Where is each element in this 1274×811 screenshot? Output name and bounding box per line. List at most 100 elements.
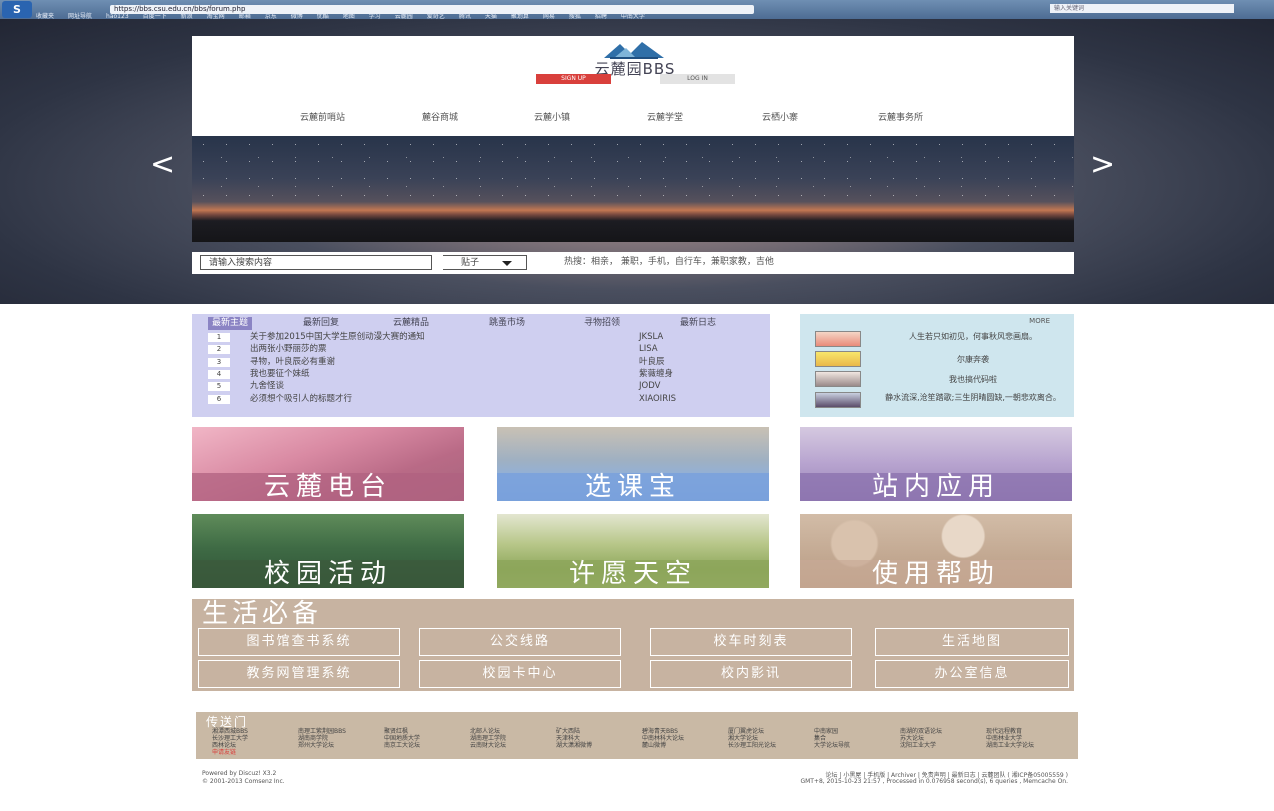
thread-number: 5 [208,382,230,392]
nav-item[interactable]: 麓谷商城 [422,110,458,123]
thread-title[interactable]: 关于参加2015中国大学生原创动漫大赛的通知 [250,332,425,343]
link-office-info[interactable]: 办公室信息 [875,660,1069,688]
tile-apps[interactable]: 站内应用 [800,427,1072,501]
link-library-search[interactable]: 图书馆查书系统 [198,628,400,656]
user-row[interactable]: 尔康奔袭 [815,351,1065,369]
tile-label: 站内应用 [800,473,1072,501]
user-quote: 我也搞代码啦 [949,375,997,384]
hot-searches[interactable]: 热搜：相亲， 兼职，手机，自行车，兼职家教，吉他 [564,255,774,270]
nav-item[interactable]: 云麓事务所 [878,110,923,123]
link-bus-routes[interactable]: 公交线路 [419,628,621,656]
portal-link[interactable]: 大学论坛导航 [814,743,850,749]
portal-link[interactable]: 郑州大学论坛 [298,743,334,749]
tile-label: 许愿天空 [497,560,769,588]
tile-label: 云麓电台 [192,473,464,501]
thread-author[interactable]: XIAOIRIS [639,394,676,405]
link-academic-system[interactable]: 教务网管理系统 [198,660,400,688]
portal-panel: 传送门 湘潭西城BBS 南理工紫荆园BBS 聚贤红枫 北邮人论坛 矿大西陆 碧海青天BBS… [196,712,1078,759]
nav-item[interactable]: 云麓前哨站 [300,110,345,123]
site-logo-icon [604,42,664,59]
main-nav: 云麓前哨站 麓谷商城 云麓小镇 云麓学堂 云栖小寨 云麓事务所 [192,110,1074,126]
more-link[interactable]: MORE [1029,317,1050,325]
link-shuttle-schedule[interactable]: 校车时刻表 [650,628,852,656]
life-essentials-panel: 生活必备 图书馆查书系统 公交线路 校车时刻表 生活地图 教务网管理系统 校园卡… [192,599,1074,691]
thread-author[interactable]: JODV [639,381,660,392]
user-row[interactable]: 人生若只如初见，何事秋风悲画扇。 [815,331,1065,349]
thread-number: 6 [208,394,230,404]
thread-number: 4 [208,369,230,379]
carousel-next-button[interactable]: > [1090,150,1115,180]
tile-campus-activities[interactable]: 校园活动 [192,514,464,588]
thread-row[interactable]: 2 出两张小野丽莎的票 LISA [208,344,768,355]
login-button[interactable]: LOG IN [660,74,735,84]
thread-row[interactable]: 3 寻物，叶良辰必有重谢 叶良辰 [208,357,768,368]
tab-latest-replies[interactable]: 最新回复 [299,317,343,330]
link-campus-cinema[interactable]: 校内影讯 [650,660,852,688]
portal-link[interactable]: 南京工大论坛 [384,743,420,749]
search-input[interactable]: 请输入搜索内容 [200,255,432,270]
user-row[interactable]: 静水流深,沧笙踏歌;三生阴晴圆缺,一朝悲欢离合。 [815,392,1065,410]
thread-title[interactable]: 寻物，叶良辰必有重谢 [250,357,335,368]
link-campus-card[interactable]: 校园卡中心 [419,660,621,688]
tab-lost-found[interactable]: 寻物招领 [580,317,624,330]
powered-by[interactable]: Powered by Discuz! X3.2 [202,770,276,777]
thread-author[interactable]: LISA [639,344,658,355]
tile-label: 选课宝 [497,473,769,501]
portal-link[interactable]: 沈阳工业大学 [900,743,936,749]
user-quote: 静水流深,沧笙踏歌;三生阴晴圆缺,一朝悲欢离合。 [885,393,1061,402]
tile-radio[interactable]: 云麓电台 [192,427,464,501]
user-quote: 人生若只如初见，何事秋风悲画扇。 [909,332,1037,341]
chevron-down-icon [502,261,512,266]
carousel-prev-button[interactable]: < [150,150,175,180]
thread-row[interactable]: 4 我也要征个妹纸 紫薇缠身 [208,369,768,380]
portal-link[interactable]: 湖南工业大学论坛 [986,743,1034,749]
tile-course-selection[interactable]: 选课宝 [497,427,769,501]
tile-help[interactable]: 使用帮助 [800,514,1072,588]
avatar[interactable] [815,331,861,347]
avatar[interactable] [815,371,861,387]
nav-item[interactable]: 云栖小寨 [762,110,798,123]
portal-link[interactable]: 湖大潇湘微博 [556,743,592,749]
tab-latest-topics[interactable]: 最新主题 [208,317,253,330]
thread-author[interactable]: JKSLA [639,332,663,343]
browser-logo-icon[interactable]: S [2,1,32,18]
portal-link[interactable]: 云南财大论坛 [470,743,506,749]
user-quote: 尔康奔袭 [957,355,989,364]
thread-title[interactable]: 出两张小野丽莎的票 [250,344,327,355]
thread-title[interactable]: 我也要征个妹纸 [250,369,310,380]
portal-link[interactable]: 申请友链 [212,750,236,756]
tab-featured[interactable]: 云麓精品 [389,317,433,330]
thread-row[interactable]: 6 必须想个吸引人的标题才行 XIAOIRIS [208,394,768,405]
thread-number: 1 [208,333,230,342]
tab-flea-market[interactable]: 跳蚤市场 [485,317,529,330]
tab-latest-logs[interactable]: 最新日志 [676,317,720,330]
tile-label: 校园活动 [192,560,464,588]
thread-number: 2 [208,345,230,355]
bookmarks-bar: 收藏夹 网址导航 hao123 百度一下 新浪 淘宝网 邮箱 京东 微博 优酷 地图 学习 云麓园 爱奇艺… [36,11,1266,19]
tile-wish-sky[interactable]: 许愿天空 [497,514,769,588]
nav-item[interactable]: 云麓学堂 [647,110,683,123]
thread-tabs: 最新主题 最新回复 云麓精品 跳蚤市场 寻物招领 最新日志 [192,317,770,330]
portal-link[interactable]: 长沙理工阳光论坛 [728,743,776,749]
browser-toolbar: S https://bbs.csu.edu.cn/bbs/forum.php 输… [0,0,1274,19]
search-type-select[interactable]: 贴子 [443,255,527,270]
copyright: © 2001-2013 Comsenz Inc. [202,778,285,785]
user-row[interactable]: 我也搞代码啦 [815,371,1065,389]
portal-link[interactable]: 麓山微博 [642,743,666,749]
thread-author[interactable]: 紫薇缠身 [639,369,673,380]
link-life-map[interactable]: 生活地图 [875,628,1069,656]
thread-number: 3 [208,357,230,367]
thread-title[interactable]: 必须想个吸引人的标题才行 [250,394,352,405]
footer: Powered by Discuz! X3.2 © 2001-2013 Coms… [202,768,1068,788]
search-type-label: 贴子 [461,258,480,268]
nav-item[interactable]: 云麓小镇 [534,110,570,123]
thread-row[interactable]: 5 九舍怪谈 JODV [208,381,768,392]
avatar[interactable] [815,351,861,367]
thread-author[interactable]: 叶良辰 [639,357,665,368]
signup-button[interactable]: SIGN UP [536,74,611,84]
thread-title[interactable]: 九舍怪谈 [250,381,284,392]
banner-image[interactable] [192,136,1074,242]
footer-stats: GMT+8, 2015-10-23 21:57 , Processed in 0… [800,778,1068,785]
avatar[interactable] [815,392,861,408]
thread-row[interactable]: 1 关于参加2015中国大学生原创动漫大赛的通知 JKSLA [208,332,768,343]
